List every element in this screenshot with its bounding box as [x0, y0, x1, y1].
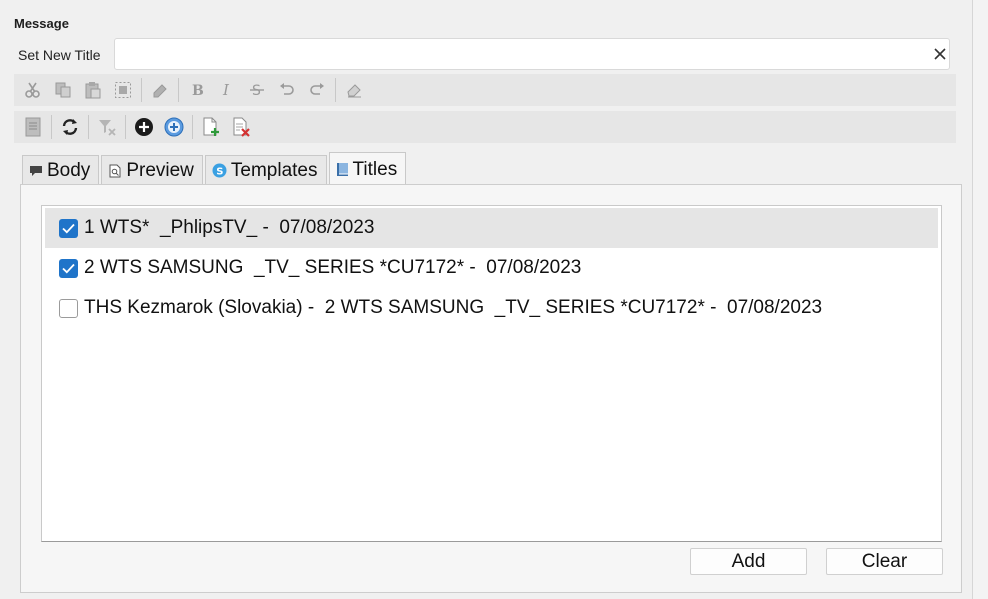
toolbar-separator	[178, 78, 179, 102]
list-item[interactable]: THS Kezmarok (Slovakia) - 2 WTS SAMSUNG …	[45, 288, 938, 328]
clear-format-icon[interactable]	[339, 76, 369, 104]
italic-icon[interactable]: I	[212, 76, 242, 104]
tab-preview[interactable]: Preview	[101, 155, 203, 185]
book-icon	[336, 162, 349, 177]
group-title: Message	[14, 16, 69, 31]
tab-label: Preview	[126, 159, 194, 181]
toolbar-separator	[51, 115, 52, 139]
item-text: 2 WTS SAMSUNG _TV_ SERIES *CU7172* - 07/…	[84, 257, 582, 278]
right-panel-edge	[972, 0, 988, 599]
clear-button[interactable]: Clear	[826, 548, 943, 575]
titles-panel: 1 WTS* _PhlipsTV_ - 07/08/2023 2 WTS SAM…	[20, 184, 962, 593]
new-file-icon[interactable]	[196, 113, 226, 141]
toolbar-separator	[141, 78, 142, 102]
undo-icon[interactable]	[272, 76, 302, 104]
add-icon[interactable]	[129, 113, 159, 141]
paste-icon[interactable]	[78, 76, 108, 104]
tab-label: Body	[47, 159, 91, 181]
list-item[interactable]: 1 WTS* _PhlipsTV_ - 07/08/2023	[45, 208, 938, 248]
svg-text:S: S	[216, 167, 223, 178]
editor-tabs: Body Preview S Templates Titles	[22, 151, 408, 186]
svg-text:I: I	[222, 81, 230, 99]
refresh-icon[interactable]	[55, 113, 85, 141]
list-item[interactable]: 2 WTS SAMSUNG _TV_ SERIES *CU7172* - 07/…	[45, 248, 938, 288]
add-circle-icon[interactable]	[159, 113, 189, 141]
item-text: THS Kezmarok (Slovakia) - 2 WTS SAMSUNG …	[84, 297, 823, 318]
bold-icon[interactable]: B	[182, 76, 212, 104]
message-group: Message Set New Title B I S Body Preview…	[6, 0, 972, 599]
set-title-row: Set New Title	[14, 38, 955, 72]
cut-icon[interactable]	[18, 76, 48, 104]
checkbox-unchecked[interactable]	[59, 298, 78, 318]
eraser-icon[interactable]	[145, 76, 175, 104]
select-all-icon[interactable]	[108, 76, 138, 104]
set-title-label: Set New Title	[18, 47, 101, 63]
titles-toolbar	[14, 111, 956, 143]
tab-titles[interactable]: Titles	[328, 152, 407, 186]
toolbar-separator	[335, 78, 336, 102]
tab-templates[interactable]: S Templates	[204, 155, 327, 185]
tab-label: Titles	[352, 158, 398, 180]
filter-clear-icon[interactable]	[92, 113, 122, 141]
copy-icon[interactable]	[48, 76, 78, 104]
redo-icon[interactable]	[302, 76, 332, 104]
tab-body[interactable]: Body	[22, 155, 100, 185]
checkbox-checked[interactable]	[59, 258, 78, 278]
clear-title-icon[interactable]	[928, 42, 952, 66]
checkbox-checked[interactable]	[59, 218, 78, 238]
set-title-input[interactable]	[114, 38, 950, 70]
add-button[interactable]: Add	[690, 548, 807, 575]
toolbar-separator	[125, 115, 126, 139]
skype-icon: S	[212, 163, 227, 178]
document-icon[interactable]	[18, 113, 48, 141]
preview-icon	[108, 164, 122, 178]
format-toolbar: B I S	[14, 74, 956, 106]
comment-icon	[29, 164, 43, 178]
tab-label: Templates	[230, 159, 318, 181]
delete-file-icon[interactable]	[226, 113, 256, 141]
toolbar-separator	[192, 115, 193, 139]
toolbar-separator	[88, 115, 89, 139]
titles-list[interactable]: 1 WTS* _PhlipsTV_ - 07/08/2023 2 WTS SAM…	[41, 205, 942, 542]
item-text: 1 WTS* _PhlipsTV_ - 07/08/2023	[84, 217, 375, 238]
svg-text:B: B	[192, 83, 204, 99]
strikethrough-icon[interactable]: S	[242, 76, 272, 104]
svg-text:S: S	[252, 83, 261, 99]
